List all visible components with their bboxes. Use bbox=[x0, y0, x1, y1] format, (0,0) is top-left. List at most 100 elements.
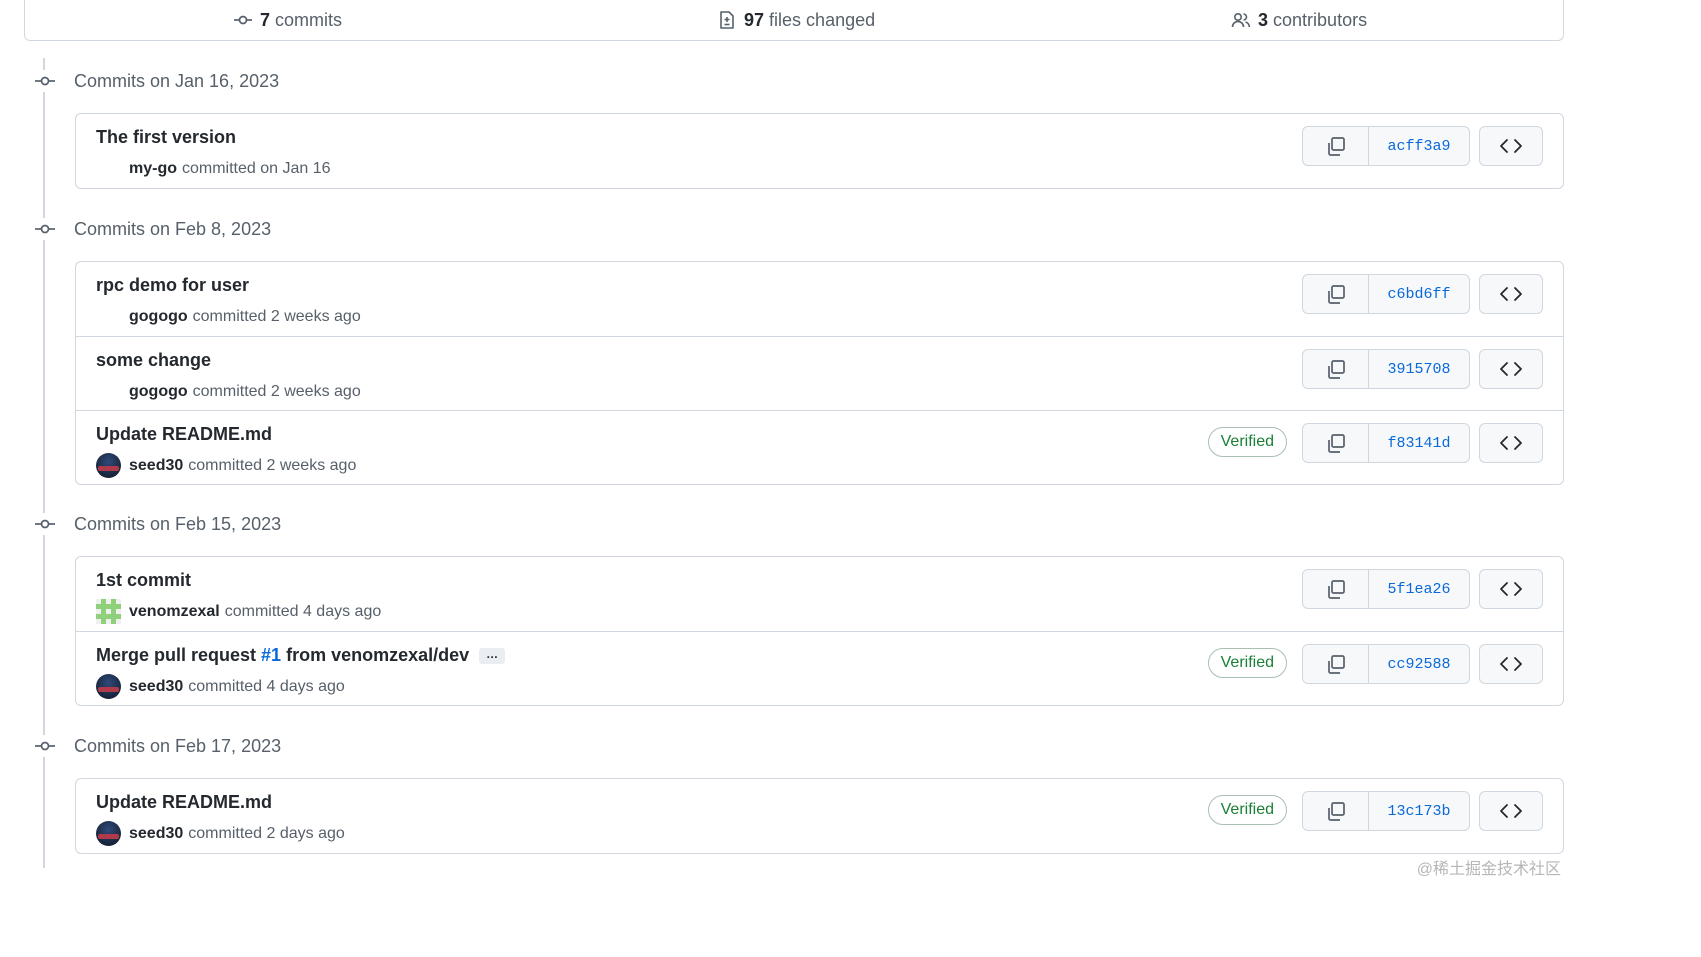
commit-group-list: The first version my-go committed on Jan… bbox=[75, 113, 1564, 189]
sha-button-group: 3915708 bbox=[1302, 349, 1470, 389]
copy-icon bbox=[1327, 360, 1345, 379]
sha-button-group: 13c173b bbox=[1302, 791, 1470, 831]
commit-message[interactable]: some change bbox=[96, 350, 211, 371]
sha-button-group: 5f1ea26 bbox=[1302, 569, 1470, 609]
commit-sha-link[interactable]: acff3a9 bbox=[1369, 127, 1469, 165]
contributors-count: 3 bbox=[1258, 9, 1269, 30]
commit-message: Merge pull request #1 from venomzexal/de… bbox=[96, 645, 506, 666]
commits-count: 7 bbox=[260, 9, 271, 30]
copy-sha-button[interactable] bbox=[1303, 350, 1369, 388]
commit-author[interactable]: seed30 bbox=[129, 457, 183, 475]
copy-sha-button[interactable] bbox=[1303, 792, 1369, 830]
file-diff-icon bbox=[720, 11, 734, 29]
commit-row: Update README.md seed30 committed 2 days… bbox=[76, 779, 1563, 853]
commit-sha-link[interactable]: 3915708 bbox=[1369, 350, 1469, 388]
sha-button-group: c6bd6ff bbox=[1302, 274, 1470, 314]
pull-request-link[interactable]: #1 bbox=[261, 645, 281, 665]
files-label: files changed bbox=[769, 9, 876, 30]
commit-sha-link[interactable]: 5f1ea26 bbox=[1369, 570, 1469, 608]
sha-button-group: f83141d bbox=[1302, 423, 1470, 463]
commit-time: committed on Jan 16 bbox=[182, 159, 331, 177]
code-icon bbox=[1500, 362, 1522, 376]
commit-time: committed 2 days ago bbox=[188, 824, 345, 842]
avatar[interactable] bbox=[96, 821, 121, 846]
git-commit-icon bbox=[34, 735, 56, 757]
verified-badge[interactable]: Verified bbox=[1207, 427, 1287, 457]
commit-sha-link[interactable]: 13c173b bbox=[1369, 792, 1469, 830]
browse-repo-button[interactable] bbox=[1479, 423, 1543, 463]
commit-row: Update README.md seed30 committed 2 week… bbox=[76, 410, 1563, 484]
git-commit-icon bbox=[34, 513, 56, 535]
avatar bbox=[96, 379, 121, 404]
commit-sha-link[interactable]: cc92588 bbox=[1369, 645, 1469, 683]
commit-author[interactable]: seed30 bbox=[129, 678, 183, 696]
avatar[interactable] bbox=[96, 453, 121, 478]
commit-group-header: Commits on Feb 17, 2023 bbox=[34, 733, 281, 759]
avatar bbox=[96, 304, 121, 329]
commit-meta: my-go committed on Jan 16 bbox=[96, 156, 331, 181]
browse-repo-button[interactable] bbox=[1479, 349, 1543, 389]
commit-group-date: Commits on Jan 16, 2023 bbox=[74, 70, 280, 91]
commit-message[interactable]: rpc demo for user bbox=[96, 275, 249, 296]
sha-button-group: acff3a9 bbox=[1302, 126, 1470, 166]
copy-sha-button[interactable] bbox=[1303, 645, 1369, 683]
commit-time: committed 2 weeks ago bbox=[188, 456, 357, 474]
copy-sha-button[interactable] bbox=[1303, 127, 1369, 165]
commit-row: Merge pull request #1 from venomzexal/de… bbox=[76, 631, 1563, 705]
browse-repo-button[interactable] bbox=[1479, 126, 1543, 166]
commit-sha-link[interactable]: c6bd6ff bbox=[1369, 275, 1469, 313]
avatar[interactable] bbox=[96, 674, 121, 699]
commit-group-header: Commits on Jan 16, 2023 bbox=[34, 68, 279, 94]
git-commit-icon bbox=[234, 15, 252, 25]
commit-message[interactable]: 1st commit bbox=[96, 570, 191, 591]
code-icon bbox=[1500, 804, 1522, 818]
commit-message[interactable]: The first version bbox=[96, 127, 236, 148]
commit-message[interactable]: Update README.md bbox=[96, 792, 272, 813]
commit-group-date: Commits on Feb 8, 2023 bbox=[74, 218, 272, 239]
commit-author[interactable]: my-go bbox=[129, 160, 177, 178]
copy-icon bbox=[1327, 655, 1345, 674]
commits-label: commits bbox=[275, 9, 343, 30]
commit-sha-link[interactable]: f83141d bbox=[1369, 424, 1469, 462]
commit-time: committed 2 weeks ago bbox=[192, 307, 361, 325]
copy-icon bbox=[1327, 137, 1345, 156]
files-changed-summary[interactable]: 97 files changed bbox=[717, 0, 875, 40]
commit-author[interactable]: seed30 bbox=[129, 825, 183, 843]
commit-group-list: 1st commit venomzexal committed 4 days a… bbox=[75, 556, 1564, 706]
copy-sha-button[interactable] bbox=[1303, 424, 1369, 462]
copy-sha-button[interactable] bbox=[1303, 570, 1369, 608]
commit-meta: seed30 committed 2 days ago bbox=[96, 821, 345, 846]
commit-group-date: Commits on Feb 17, 2023 bbox=[74, 735, 282, 756]
copy-sha-button[interactable] bbox=[1303, 275, 1369, 313]
commit-author[interactable]: gogogo bbox=[129, 308, 188, 326]
git-commit-icon bbox=[34, 218, 56, 240]
commit-group-list: Update README.md seed30 committed 2 days… bbox=[75, 778, 1564, 854]
verified-badge[interactable]: Verified bbox=[1207, 795, 1287, 825]
copy-icon bbox=[1327, 580, 1345, 599]
commit-author[interactable]: gogogo bbox=[129, 383, 188, 401]
browse-repo-button[interactable] bbox=[1479, 791, 1543, 831]
commit-row: some change gogogo committed 2 weeks ago… bbox=[76, 336, 1563, 410]
expand-message-button[interactable]: … bbox=[479, 648, 506, 665]
code-icon bbox=[1500, 582, 1522, 596]
commits-summary[interactable]: 7 commits bbox=[233, 0, 342, 40]
commit-message-suffix[interactable]: from venomzexal/dev bbox=[281, 645, 469, 665]
browse-repo-button[interactable] bbox=[1479, 274, 1543, 314]
avatar[interactable] bbox=[96, 599, 121, 624]
commit-message-prefix[interactable]: Merge pull request bbox=[96, 645, 261, 665]
commit-message[interactable]: Update README.md bbox=[96, 424, 272, 445]
commit-meta: gogogo committed 2 weeks ago bbox=[96, 379, 361, 404]
verified-badge[interactable]: Verified bbox=[1207, 648, 1287, 678]
copy-icon bbox=[1327, 434, 1345, 453]
browse-repo-button[interactable] bbox=[1479, 569, 1543, 609]
commit-group-header: Commits on Feb 8, 2023 bbox=[34, 216, 271, 242]
commit-author[interactable]: venomzexal bbox=[129, 603, 220, 621]
contributors-label: contributors bbox=[1273, 9, 1368, 30]
browse-repo-button[interactable] bbox=[1479, 644, 1543, 684]
people-icon bbox=[1231, 12, 1251, 28]
contributors-summary[interactable]: 3 contributors bbox=[1231, 0, 1367, 40]
files-count: 97 bbox=[744, 9, 765, 30]
commit-group-date: Commits on Feb 15, 2023 bbox=[74, 513, 282, 534]
commit-time: committed 4 days ago bbox=[188, 677, 345, 695]
pr-summary-bar: 7 commits 97 files changed 3 contributor… bbox=[24, 0, 1564, 41]
